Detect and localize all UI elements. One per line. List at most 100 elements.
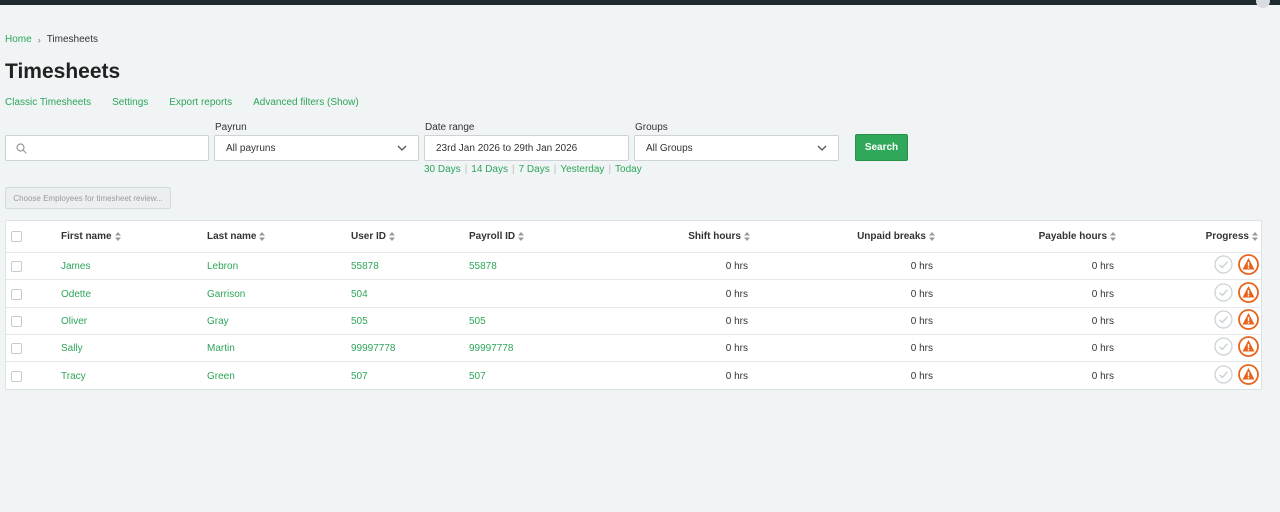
quick-range-14-days[interactable]: 14 Days: [471, 164, 508, 175]
header-payroll-id[interactable]: Payroll ID: [469, 221, 525, 252]
unpaid-breaks-cell: 0 hrs: [910, 342, 933, 354]
select-all-cell: [11, 221, 22, 252]
user-id-cell[interactable]: 504: [351, 281, 368, 307]
quick-range-30-days[interactable]: 30 Days: [424, 164, 461, 175]
header-progress-label: Progress: [1205, 231, 1249, 242]
payrun-select[interactable]: All payruns: [214, 135, 419, 161]
check-circle-icon[interactable]: [1214, 365, 1233, 387]
top-bar: [0, 0, 1280, 8]
header-unpaid-breaks-label: Unpaid breaks: [857, 231, 926, 242]
quick-range-separator: |: [511, 164, 515, 175]
payrun-select-value: All payruns: [226, 142, 276, 154]
choose-employees-button[interactable]: Choose Employees for timesheet review...: [5, 187, 171, 209]
row-checkbox[interactable]: [11, 288, 22, 300]
settings-link[interactable]: Settings: [112, 97, 148, 108]
user-id-cell[interactable]: 505: [351, 308, 368, 334]
subnav: Classic Timesheets Settings Export repor…: [5, 97, 359, 108]
date-range-input[interactable]: 23rd Jan 2026 to 29th Jan 2026: [424, 135, 629, 161]
classic-timesheets-link[interactable]: Classic Timesheets: [5, 97, 91, 108]
payroll-id-cell[interactable]: 55878: [469, 253, 497, 279]
header-user-id[interactable]: User ID: [351, 221, 396, 252]
last-name-cell[interactable]: Garrison: [207, 281, 245, 307]
payrun-label: Payrun: [215, 122, 247, 133]
header-payroll-id-label: Payroll ID: [469, 231, 516, 242]
progress-cell: [1156, 362, 1259, 390]
header-payable-hours[interactable]: Payable hours: [966, 221, 1116, 252]
groups-label: Groups: [635, 122, 668, 133]
check-circle-icon[interactable]: [1214, 337, 1233, 359]
last-name-cell[interactable]: Martin: [207, 335, 235, 361]
search-button[interactable]: Search: [855, 134, 908, 161]
progress-cell: [1156, 308, 1259, 334]
first-name-cell[interactable]: James: [61, 253, 90, 279]
check-circle-icon[interactable]: [1214, 310, 1233, 332]
shift-hours-cell: 0 hrs: [725, 342, 748, 354]
header-shift-hours[interactable]: Shift hours: [606, 221, 750, 252]
payroll-id-cell[interactable]: 507: [469, 362, 486, 390]
quick-range-yesterday[interactable]: Yesterday: [560, 164, 604, 175]
breadcrumb-current: Timesheets: [46, 34, 99, 45]
warning-triangle-icon[interactable]: [1238, 309, 1259, 333]
last-name-cell[interactable]: Lebron: [207, 253, 238, 279]
sort-icon: [389, 232, 396, 241]
table-row: Sally Martin 99997778 99997778 0 hrs 0 hrs 0 h…: [6, 335, 1261, 362]
export-reports-link[interactable]: Export reports: [169, 97, 232, 108]
quick-range-7-days[interactable]: 7 Days: [519, 164, 550, 175]
header-unpaid-breaks[interactable]: Unpaid breaks: [786, 221, 935, 252]
quick-ranges: 30 Days | 14 Days | 7 Days | Yesterday |…: [424, 164, 642, 175]
row-checkbox-cell: [11, 253, 22, 279]
quick-range-separator: |: [608, 164, 612, 175]
payroll-id-cell[interactable]: 505: [469, 308, 486, 334]
chevron-down-icon: [817, 145, 827, 151]
unpaid-breaks-cell: 0 hrs: [910, 315, 933, 327]
row-checkbox-cell: [11, 308, 22, 334]
quick-range-today[interactable]: Today: [615, 164, 642, 175]
breadcrumb: Home › Timesheets: [5, 34, 98, 45]
select-all-checkbox[interactable]: [11, 231, 22, 242]
last-name-cell[interactable]: Gray: [207, 308, 229, 334]
avatar[interactable]: [1256, 0, 1270, 8]
groups-select[interactable]: All Groups: [634, 135, 839, 161]
row-checkbox[interactable]: [11, 260, 22, 272]
row-checkbox[interactable]: [11, 315, 22, 327]
warning-triangle-icon[interactable]: [1238, 254, 1259, 278]
sort-icon: [1110, 232, 1116, 241]
user-id-cell[interactable]: 55878: [351, 253, 379, 279]
breadcrumb-home-link[interactable]: Home: [5, 34, 32, 45]
header-last-name[interactable]: Last name: [207, 221, 266, 252]
unpaid-breaks-cell: 0 hrs: [910, 288, 933, 300]
advanced-filters-link[interactable]: Advanced filters (Show): [253, 97, 359, 108]
header-user-id-label: User ID: [351, 231, 387, 242]
warning-triangle-icon[interactable]: [1238, 282, 1259, 306]
table-header-row: First name Last name User ID Payroll ID …: [6, 221, 1261, 253]
payable-hours-cell: 0 hrs: [1091, 260, 1114, 272]
header-progress[interactable]: Progress: [1156, 221, 1258, 252]
first-name-cell[interactable]: Tracy: [61, 362, 86, 390]
row-checkbox[interactable]: [11, 342, 22, 354]
table-row: James Lebron 55878 55878 0 hrs 0 hrs 0 hrs: [6, 253, 1261, 280]
row-checkbox[interactable]: [11, 370, 22, 382]
first-name-cell[interactable]: Sally: [61, 335, 83, 361]
shift-hours-cell: 0 hrs: [725, 370, 748, 382]
header-first-name[interactable]: First name: [61, 221, 121, 252]
check-circle-icon[interactable]: [1214, 283, 1233, 305]
header-first-name-label: First name: [61, 231, 112, 242]
first-name-cell[interactable]: Oliver: [61, 308, 87, 334]
warning-triangle-icon[interactable]: [1238, 364, 1259, 388]
warning-triangle-icon[interactable]: [1238, 336, 1259, 360]
date-range-value: 23rd Jan 2026 to 29th Jan 2026: [436, 142, 578, 154]
sort-icon: [518, 232, 525, 241]
check-circle-icon[interactable]: [1214, 255, 1233, 277]
search-input[interactable]: [32, 136, 202, 160]
user-id-cell[interactable]: 99997778: [351, 335, 396, 361]
search-icon: [16, 143, 27, 154]
groups-select-value: All Groups: [646, 142, 693, 154]
date-range-label: Date range: [425, 122, 475, 133]
shift-hours-cell: 0 hrs: [725, 260, 748, 272]
last-name-cell[interactable]: Green: [207, 362, 235, 390]
payroll-id-cell[interactable]: 99997778: [469, 335, 514, 361]
payable-hours-cell: 0 hrs: [1091, 288, 1114, 300]
header-shift-hours-label: Shift hours: [688, 231, 741, 242]
first-name-cell[interactable]: Odette: [61, 281, 91, 307]
user-id-cell[interactable]: 507: [351, 362, 368, 390]
